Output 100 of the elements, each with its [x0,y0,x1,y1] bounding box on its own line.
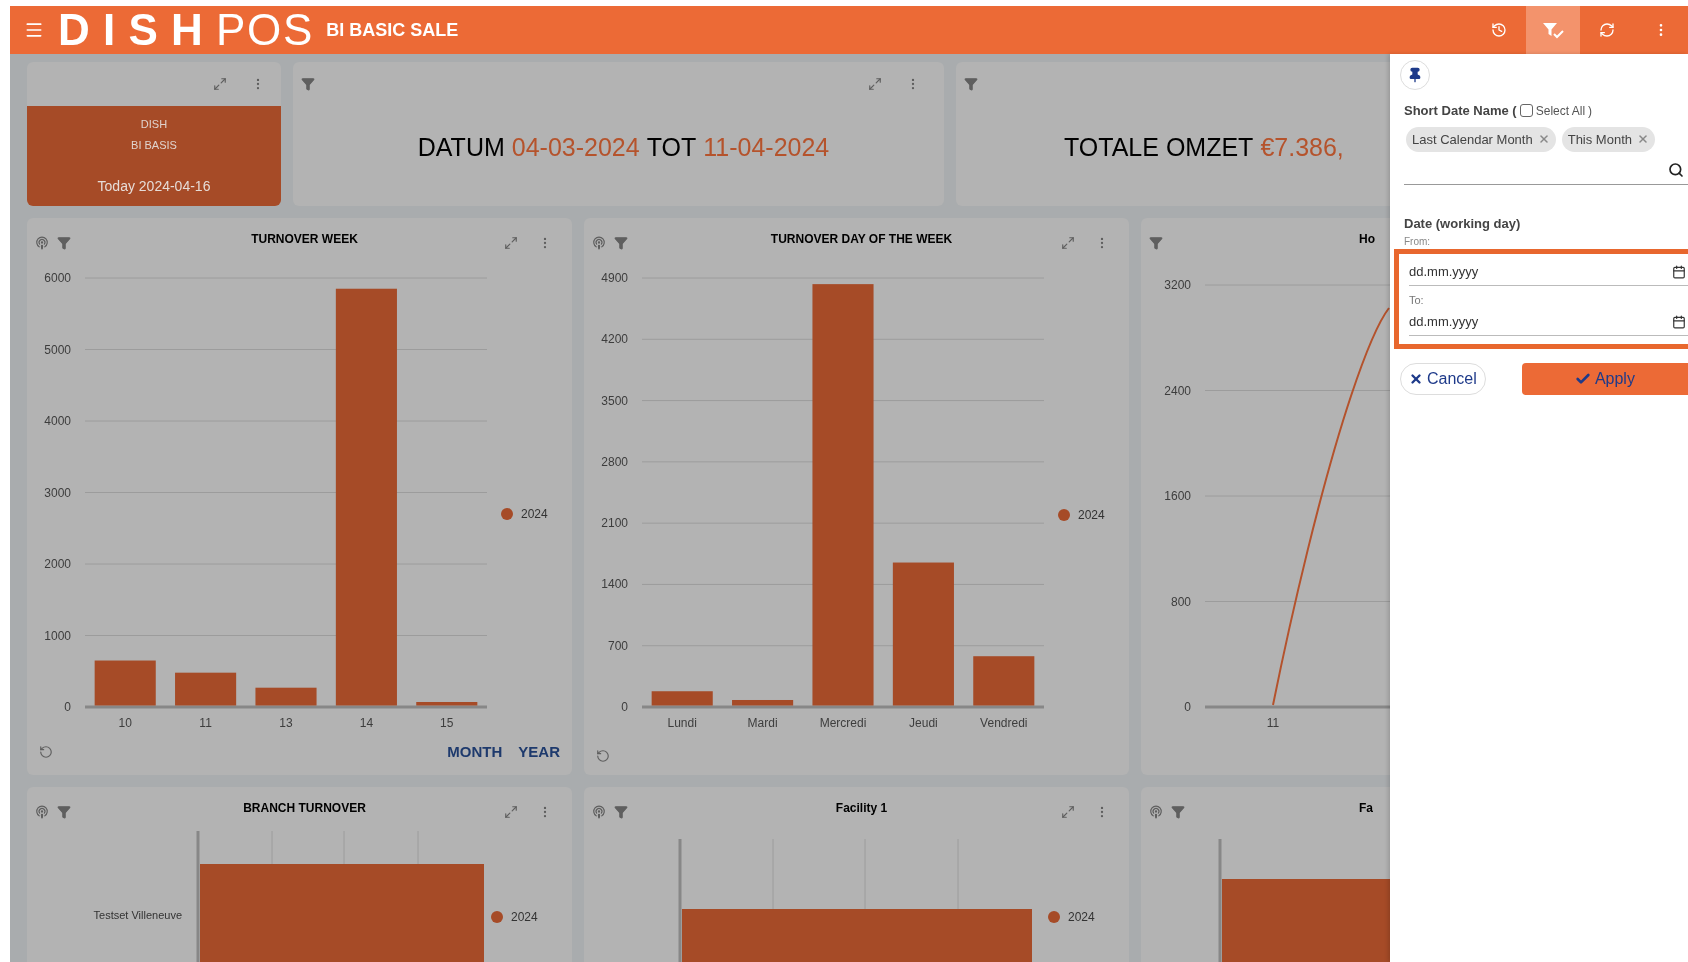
axis-label: 700 [607,638,628,653]
axis-label: Jeudi [909,716,938,730]
axis-label: 15 [440,715,454,730]
pin-icon[interactable] [1149,805,1163,819]
axis-label: Testset Villeneuve [93,909,182,921]
menu-icon[interactable] [24,20,44,40]
headline-text: 11-04-2024 [703,132,830,163]
reset-icon[interactable] [596,749,610,763]
field-label: Short Date Name ( [1404,102,1517,120]
pin-icon [1407,67,1423,83]
axis-label: Vendredi [980,716,1028,730]
cancel-button[interactable]: Cancel [1400,363,1486,395]
paren-text: ) [1588,102,1593,120]
pin-icon[interactable] [592,236,606,250]
filter-icon[interactable] [614,805,628,819]
expand-icon[interactable] [504,236,518,250]
info-text: DISH [140,117,168,132]
toolbar-button[interactable] [1526,6,1580,54]
axis-label: Mardi [747,716,778,730]
period-link[interactable]: YEAR [518,740,560,763]
page-title: BI BASIC SALE [326,18,459,42]
select-all-checkbox[interactable] [1519,104,1533,118]
pin-icon[interactable] [35,236,49,250]
axis-label: 2800 [601,454,628,469]
search-icon [1668,162,1684,178]
axis-label: 2400 [1164,383,1191,398]
axis-label: 10 [118,715,132,730]
refresh-icon [1599,22,1615,38]
bar [175,672,237,705]
headline-text: TOT [646,132,697,163]
bar [416,701,478,705]
bar [973,656,1035,706]
filter-icon[interactable] [964,77,978,91]
logo-text: POS [215,8,315,52]
chart-title: Ho [1359,231,1375,248]
chart-title: BRANCH TURNOVER [242,800,367,817]
date-field[interactable]: dd.mm.yyyy [1409,257,1688,286]
axis-label: 1000 [44,628,71,642]
headline-text: TOTALE OMZET [1064,132,1254,163]
to-label: To: [1409,292,1425,308]
axis-label: 11 [199,715,212,730]
expand-icon[interactable] [504,805,518,819]
axis-label: 6000 [44,270,71,285]
axis-label: 2000 [44,556,71,571]
filter-icon[interactable] [57,236,71,250]
axis-label: 11 [1266,716,1280,730]
check-icon [1574,371,1591,387]
pin-icon[interactable] [35,805,49,819]
bar [255,687,317,705]
expand-icon[interactable] [213,77,227,91]
pin-button[interactable] [1400,60,1430,90]
filter-chip[interactable]: Last Calendar Month [1406,126,1556,152]
axis-label: 0 [1184,700,1191,714]
axis-label: 4200 [601,332,628,347]
section-label: Date (working day) [1404,215,1522,233]
axis-label: 4000 [44,413,71,428]
from-label: From: [1404,235,1432,247]
expand-icon[interactable] [868,77,882,91]
axis-label: Lundi [667,716,697,730]
axis-label: 800 [1170,594,1191,609]
remove-icon[interactable] [1637,133,1649,146]
expand-icon[interactable] [1061,236,1075,250]
filter-check-icon [1542,21,1564,39]
axis-label: 1600 [1164,489,1191,503]
filter-icon[interactable] [301,77,315,91]
headline-text: 04-03-2024 [511,132,640,163]
axis-label: Mercredi [819,716,867,730]
filter-icon[interactable] [57,805,71,819]
chart-title: TURNOVER WEEK [250,231,359,248]
legend-label: 2024 [1068,909,1095,926]
axis-label: 3000 [44,485,71,499]
bar [651,691,713,706]
expand-icon[interactable] [1061,805,1075,819]
bar [732,700,794,706]
date-field[interactable]: dd.mm.yyyy [1409,308,1688,336]
chart-title: Facility 1 [834,800,889,817]
axis-label: 3200 [1164,278,1191,292]
filter-chip[interactable]: This Month [1561,126,1655,152]
info-text: BI BASIS [131,138,177,153]
calendar-icon[interactable] [1672,315,1686,329]
axis-label: 0 [64,699,71,714]
select-all-label: Select All [1535,102,1586,120]
chart-title: Fa [1359,800,1373,817]
remove-icon[interactable] [1537,133,1550,146]
axis-label: 5000 [44,342,71,356]
axis-label: 0 [621,700,628,714]
period-link[interactable]: MONTH [447,740,503,763]
axis-label: 13 [279,715,293,730]
filter-icon[interactable] [614,236,628,250]
reset-icon[interactable] [39,744,53,759]
axis-label: 3500 [601,393,628,408]
headline-text: DATUM [417,132,505,163]
history-icon [1491,22,1507,38]
pin-icon[interactable] [592,805,606,819]
chart-title: TURNOVER DAY OF THE WEEK [769,231,954,248]
calendar-icon[interactable] [1672,264,1686,279]
axis-label: 1400 [601,577,628,592]
legend-label: 2024 [1078,506,1105,524]
filter-icon[interactable] [1149,236,1163,250]
filter-icon[interactable] [1171,805,1185,819]
